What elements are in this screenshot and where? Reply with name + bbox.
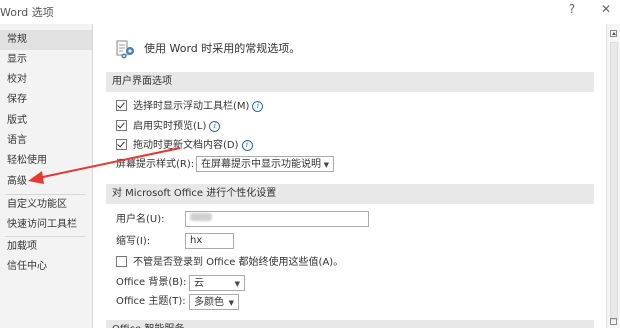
info-icon[interactable]: i [252,100,264,112]
scroll-up-icon[interactable] [610,30,617,37]
sidebar-item-layout[interactable]: 版式 [0,111,92,131]
section-header-personalize: 对 Microsoft Office 进行个性化设置 [106,184,594,204]
help-button[interactable]: ? [562,2,582,16]
office-theme-label: Office 主题(T): [116,296,186,307]
section-header-ui-options: 用户界面选项 [106,72,594,92]
sidebar-item-add-ins[interactable]: 加载项 [0,237,92,257]
live-preview-option[interactable]: 启用实时预览(L) i [116,118,221,136]
sidebar-item-trust-center[interactable]: 信任中心 [0,257,92,277]
username-input[interactable] [185,211,369,227]
live-preview-label: 启用实时预览(L) [133,121,207,132]
floating-toolbar-checkbox[interactable] [116,99,127,111]
always-use-values-option[interactable]: 不管是否登录到 Office 都始终使用这些值(A)。 [116,254,343,272]
sidebar-item-customize-ribbon[interactable]: 自定义功能区 [0,195,92,215]
scroll-down-icon[interactable] [610,318,617,325]
always-use-values-checkbox[interactable] [116,255,127,267]
chevron-down-icon: ▼ [234,280,240,288]
sidebar-item-proofing[interactable]: 校对 [0,70,92,90]
page-heading: 使用 Word 时采用的常规选项。 [144,42,301,55]
window-title: Word 选项 [0,6,54,19]
screentip-style-label: 屏幕提示样式(R): [116,159,195,170]
general-options-icon [116,40,134,59]
screentip-style-value: 在屏幕提示中显示功能说明 [201,159,321,170]
office-theme-value: 多颜色 [194,297,224,308]
sidebar-item-general[interactable]: 常规 [0,30,92,50]
sidebar-item-ease-of-access[interactable]: 轻松使用 [0,151,92,171]
office-background-value: 云 [194,278,204,289]
section-header-intelligent-services: Office 智能服务 [106,320,594,328]
update-on-drag-checkbox[interactable] [116,138,127,150]
redacted-username [190,213,212,221]
initials-label: 缩写(I): [116,236,151,247]
sidebar-item-display[interactable]: 显示 [0,50,92,70]
initials-input[interactable]: hx [185,233,234,249]
options-content: 使用 Word 时采用的常规选项。 用户界面选项 选择时显示浮动工具栏(M) i … [98,24,606,328]
chevron-down-icon: ▼ [323,161,329,169]
office-theme-select[interactable]: 多颜色 ▼ [189,294,239,310]
vertical-scrollbar[interactable] [606,24,620,328]
screentip-style-select[interactable]: 在屏幕提示中显示功能说明 ▼ [196,156,334,172]
update-on-drag-option[interactable]: 拖动时更新文档内容(D) i [116,137,253,155]
sidebar-item-advanced[interactable]: 高级 [0,172,92,192]
sidebar: 常规 显示 校对 保存 版式 语言 轻松使用 高级 自定义功能区 快速访问工具栏… [0,24,93,328]
live-preview-checkbox[interactable] [116,119,127,131]
sidebar-item-language[interactable]: 语言 [0,131,92,151]
office-background-label: Office 背景(B): [116,277,187,288]
chevron-down-icon: ▼ [228,299,234,307]
info-icon[interactable]: i [209,120,221,132]
username-label: 用户名(U): [116,214,165,225]
title-bar: Word 选项 ? ✕ [0,0,620,24]
floating-toolbar-option[interactable]: 选择时显示浮动工具栏(M) i [116,98,264,116]
sidebar-item-save[interactable]: 保存 [0,90,92,110]
sidebar-item-quick-access-toolbar[interactable]: 快速访问工具栏 [0,215,92,235]
floating-toolbar-label: 选择时显示浮动工具栏(M) [133,101,250,112]
office-background-select[interactable]: 云 ▼ [189,275,245,291]
scroll-thumb[interactable] [610,42,618,320]
always-use-values-label: 不管是否登录到 Office 都始终使用这些值(A)。 [133,257,344,268]
update-on-drag-label: 拖动时更新文档内容(D) [133,140,239,151]
info-icon[interactable]: i [241,139,253,151]
close-button[interactable]: ✕ [596,2,616,16]
